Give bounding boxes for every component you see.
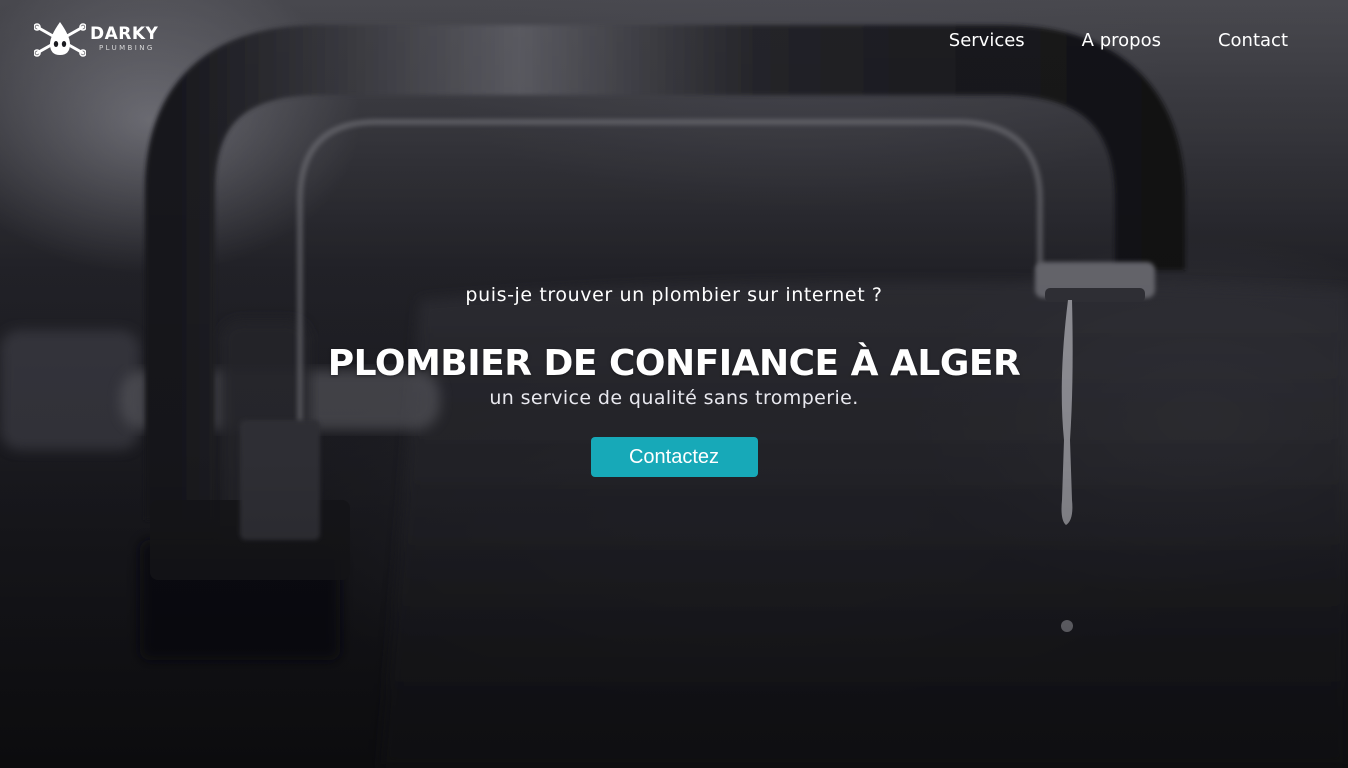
brand-name: DARKY [90,24,159,44]
hero-subheadline: un service de qualité sans tromperie. [489,387,859,409]
nav-item-a-propos[interactable]: A propos [1082,30,1161,51]
hero-headline: PLOMBIER DE CONFIANCE À ALGER [327,343,1021,384]
brand-tagline: PLUMBING [99,44,155,52]
hero-section: DARKY PLUMBING Services A propos Contact… [0,0,1348,768]
logo[interactable]: DARKY PLUMBING [34,20,158,58]
contact-button[interactable]: Contactez [590,437,758,477]
nav-item-services[interactable]: Services [949,30,1025,51]
logo-text: DARKY PLUMBING [90,26,158,52]
site-header: DARKY PLUMBING Services A propos Contact [0,0,1348,80]
hero-content: puis-je trouver un plombier sur internet… [0,284,1348,477]
hero-kicker: puis-je trouver un plombier sur internet… [465,284,883,306]
main-nav: Services A propos Contact [892,30,1288,51]
nav-item-contact[interactable]: Contact [1218,30,1288,51]
water-drop-with-wrenches-icon [34,22,86,57]
